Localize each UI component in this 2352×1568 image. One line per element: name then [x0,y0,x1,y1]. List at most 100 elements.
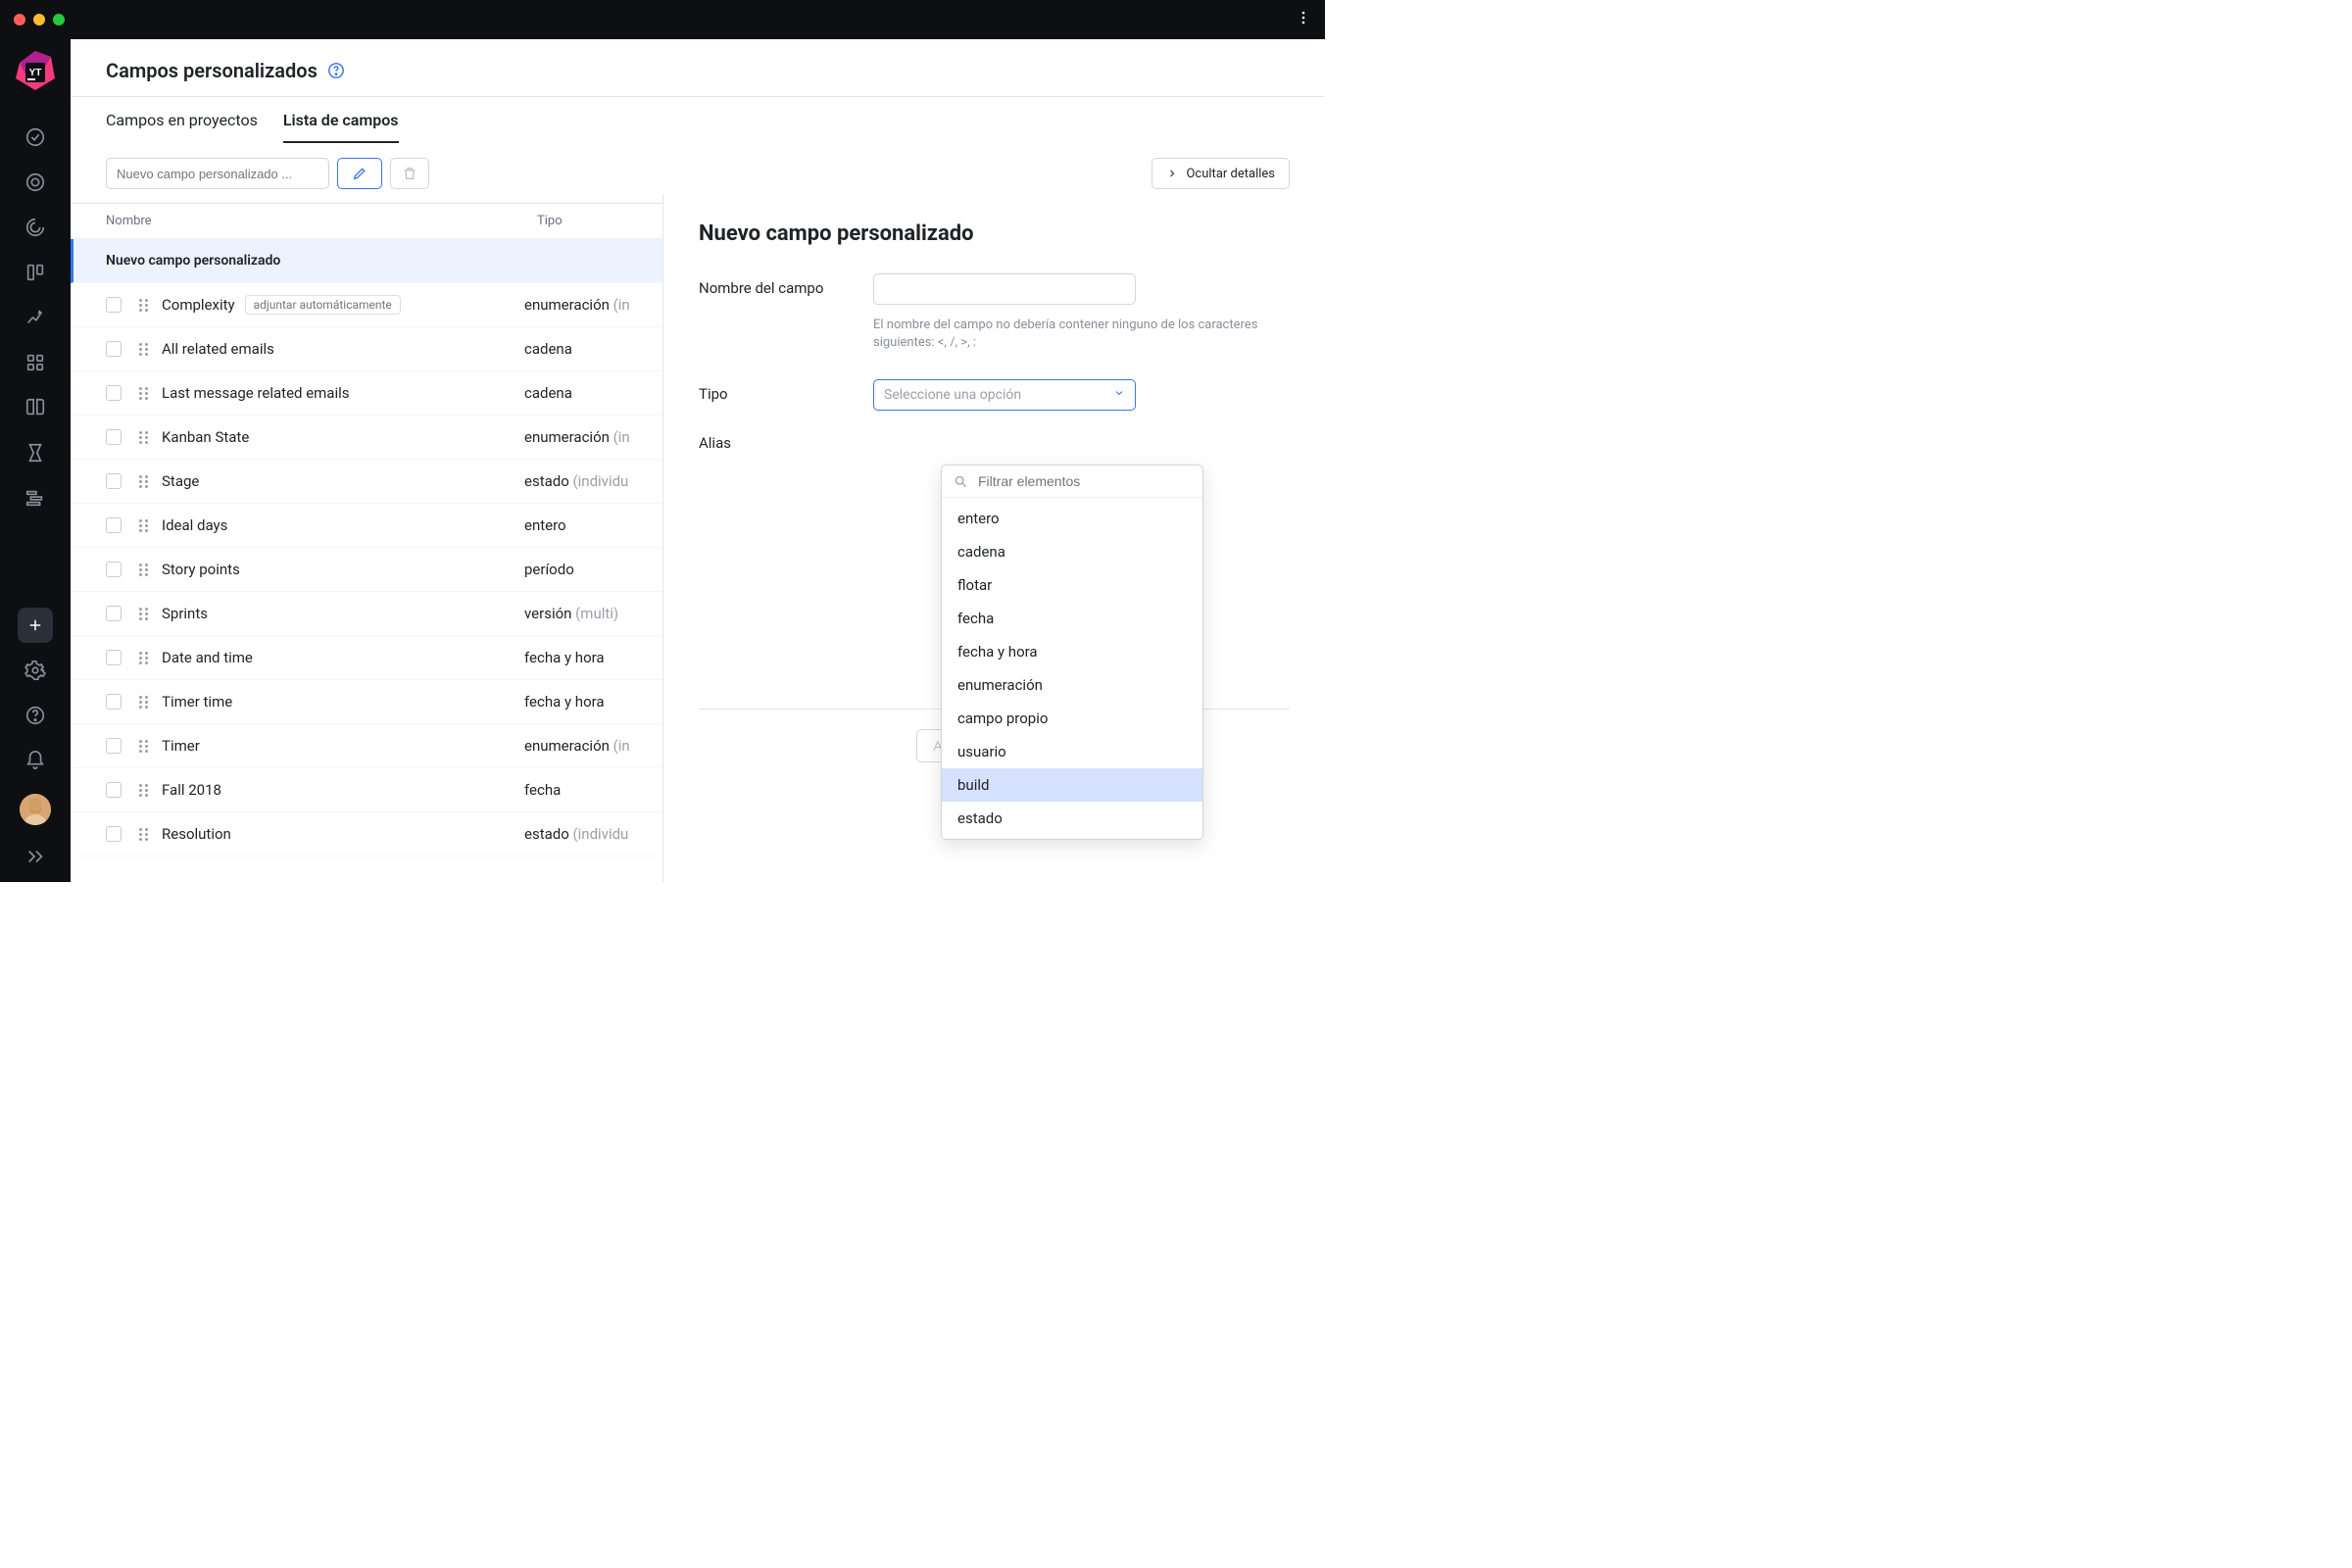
traffic-lights [14,14,65,25]
edit-button[interactable] [337,158,382,189]
column-header-name: Nombre [106,214,537,228]
help-icon[interactable] [16,696,55,735]
timesheets-icon[interactable] [16,433,55,472]
field-type-cell: estado (individu [524,825,628,843]
field-name-cell: Sprints [162,605,524,622]
tabs: Campos en proyectos Lista de campos [71,97,1325,144]
row-checkbox[interactable] [106,297,122,313]
hide-details-button[interactable]: Ocultar detalles [1152,158,1290,189]
hide-details-label: Ocultar detalles [1186,167,1275,181]
kebab-menu-icon[interactable] [1296,10,1311,29]
field-name-cell: Last message related emails [162,384,524,402]
dropdown-option[interactable]: enumeración [942,668,1202,702]
page-header: Campos personalizados [71,39,1325,97]
field-type-cell: cadena [524,384,572,402]
field-name-cell: Kanban State [162,428,524,446]
dropdown-option[interactable]: entero [942,502,1202,535]
settings-icon[interactable] [16,651,55,690]
page-help-icon[interactable] [327,62,345,79]
row-checkbox[interactable] [106,429,122,445]
create-button[interactable] [18,608,53,643]
row-checkbox[interactable] [106,473,122,489]
row-checkbox[interactable] [106,517,122,533]
dropdown-option[interactable]: cadena [942,535,1202,568]
drag-handle-icon[interactable] [139,299,148,312]
dropdown-option[interactable]: flotar [942,568,1202,602]
drag-handle-icon[interactable] [139,696,148,709]
field-type-cell: enumeración (in [524,428,630,446]
label-field-type: Tipo [699,379,873,411]
tab-field-list[interactable]: Lista de campos [283,97,399,143]
row-checkbox[interactable] [106,606,122,621]
field-type-select[interactable]: Seleccione una opción [873,379,1136,411]
panel-title: Nuevo campo personalizado [699,221,1290,246]
dashboard-icon[interactable] [16,163,55,202]
field-name-input[interactable] [873,273,1136,305]
dropdown-filter-input[interactable] [978,473,1191,489]
collapse-sidebar-icon[interactable] [16,837,55,876]
drag-handle-icon[interactable] [139,608,148,620]
dropdown-option[interactable]: estado [942,802,1202,835]
field-type-cell: fecha [524,781,561,799]
row-checkbox[interactable] [106,782,122,798]
label-field-name: Nombre del campo [699,273,873,352]
field-name-cell: Story points [162,561,524,578]
dropdown-option[interactable]: campo propio [942,702,1202,735]
tasks-icon[interactable] [16,118,55,157]
row-checkbox[interactable] [106,562,122,577]
notifications-icon[interactable] [16,741,55,780]
apps-icon[interactable] [16,343,55,382]
row-checkbox[interactable] [106,341,122,357]
user-avatar[interactable] [20,794,51,825]
auto-attach-badge: adjuntar automáticamente [245,295,401,315]
field-type-cell: enumeración (in [524,296,630,314]
selected-row-label: Nuevo campo personalizado [106,253,280,269]
row-checkbox[interactable] [106,385,122,401]
field-type-cell: versión (multi) [524,605,618,622]
drag-handle-icon[interactable] [139,784,148,797]
field-type-cell: estado (individu [524,472,628,490]
type-dropdown: enterocadenaflotarfechafecha y horaenume… [941,465,1203,840]
search-icon [954,474,968,489]
svg-text:YT: YT [29,68,42,78]
drag-handle-icon[interactable] [139,343,148,356]
drag-handle-icon[interactable] [139,564,148,576]
knowledge-icon[interactable] [16,388,55,427]
drag-handle-icon[interactable] [139,740,148,753]
dropdown-option[interactable]: build [942,768,1202,802]
row-checkbox[interactable] [106,650,122,665]
window-close-button[interactable] [14,14,25,25]
field-name-cell: Timer [162,737,524,755]
field-name-cell: Stage [162,472,524,490]
field-name-hint: El nombre del campo no debería contener … [873,317,1290,352]
app-logo[interactable]: YT [14,49,57,92]
row-checkbox[interactable] [106,826,122,842]
agile-icon[interactable] [16,208,55,247]
dropdown-option[interactable]: fecha y hora [942,635,1202,668]
field-name-cell: Complexityadjuntar automáticamente [162,295,524,315]
reports-icon[interactable] [16,298,55,337]
row-checkbox[interactable] [106,738,122,754]
drag-handle-icon[interactable] [139,519,148,532]
tab-projects[interactable]: Campos en proyectos [106,97,258,143]
row-checkbox[interactable] [106,694,122,710]
window-maximize-button[interactable] [53,14,65,25]
field-type-cell: período [524,561,574,578]
new-field-name-input[interactable] [106,158,329,189]
boards-icon[interactable] [16,253,55,292]
field-name-cell: All related emails [162,340,524,358]
drag-handle-icon[interactable] [139,475,148,488]
drag-handle-icon[interactable] [139,828,148,841]
drag-handle-icon[interactable] [139,652,148,664]
drag-handle-icon[interactable] [139,387,148,400]
gantt-icon[interactable] [16,478,55,517]
field-name-cell: Ideal days [162,516,524,534]
drag-handle-icon[interactable] [139,431,148,444]
field-type-cell: fecha y hora [524,693,605,710]
main-content: Campos personalizados Campos en proyecto… [71,39,1325,882]
window-minimize-button[interactable] [33,14,45,25]
field-type-cell: fecha y hora [524,649,605,666]
dropdown-option[interactable]: usuario [942,735,1202,768]
dropdown-option[interactable]: fecha [942,602,1202,635]
delete-button[interactable] [390,158,429,189]
